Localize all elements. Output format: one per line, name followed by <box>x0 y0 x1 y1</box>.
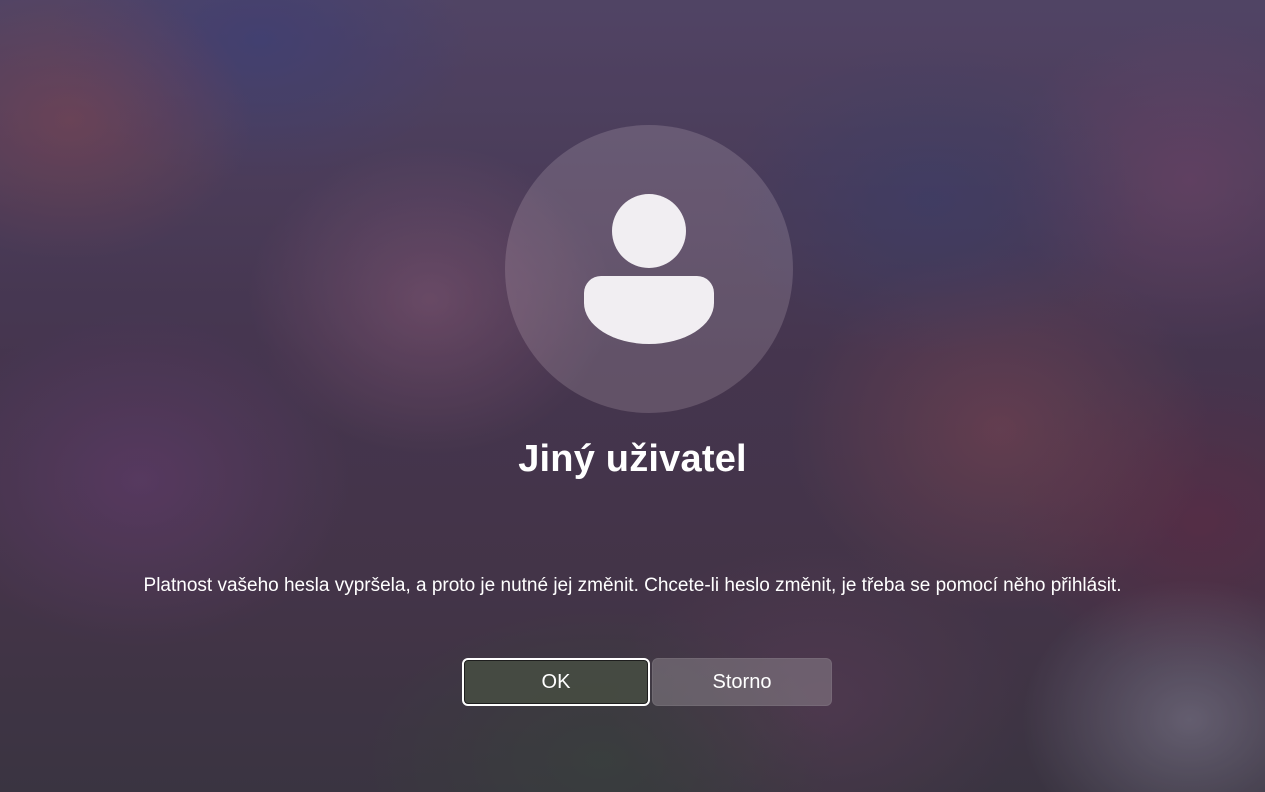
sign-in-screen: Jiný uživatel Platnost vašeho hesla vypr… <box>0 0 1265 792</box>
ok-button[interactable]: OK <box>462 658 650 706</box>
user-silhouette-icon <box>584 194 714 344</box>
password-expired-message: Platnost vašeho hesla vypršela, a proto … <box>143 575 1122 596</box>
avatar <box>505 125 793 413</box>
user-name: Jiný uživatel <box>518 438 747 480</box>
cancel-button[interactable]: Storno <box>652 658 832 706</box>
